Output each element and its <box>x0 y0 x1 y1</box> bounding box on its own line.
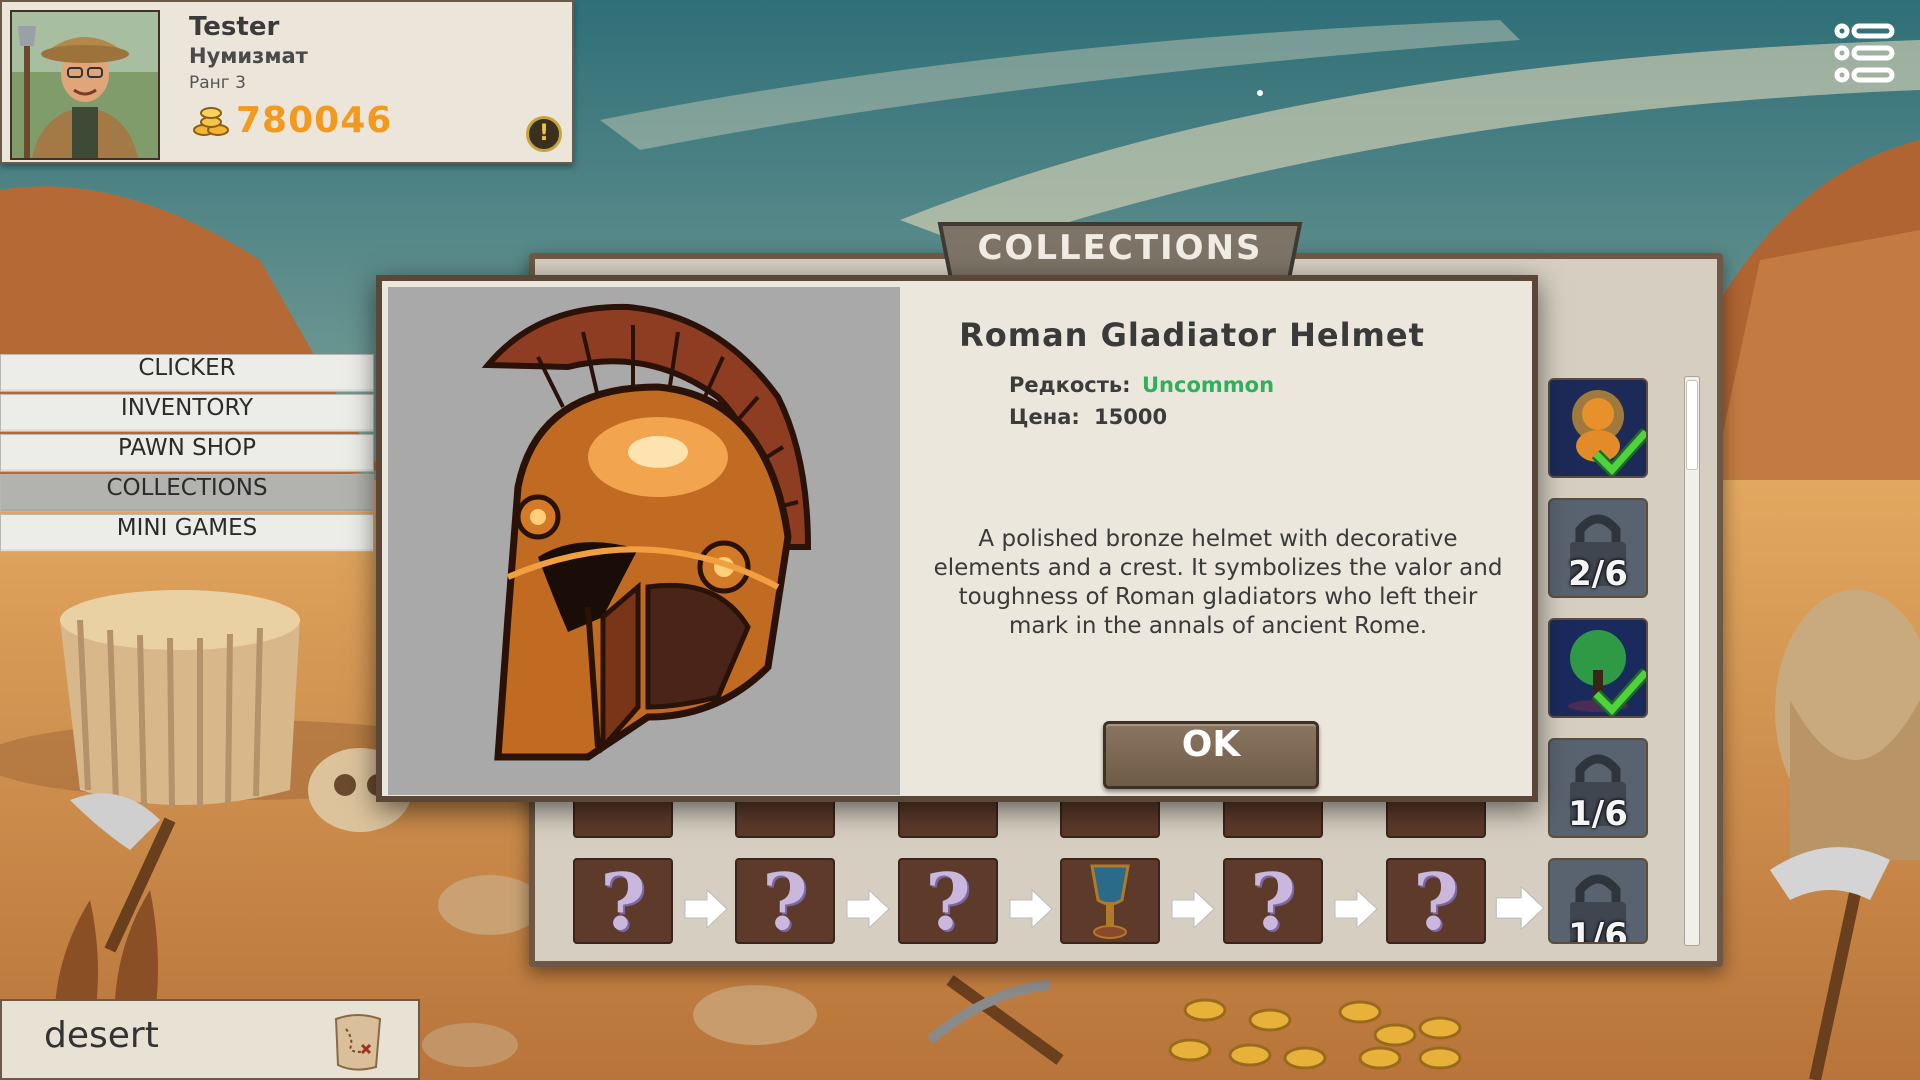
collection-set-2[interactable]: 2/6 <box>1548 498 1648 598</box>
nav-mini-games[interactable]: MINI GAMES <box>0 514 374 552</box>
price-value: 15000 <box>1094 405 1168 429</box>
treasure-map-icon[interactable] <box>328 1009 388 1073</box>
alert-icon[interactable]: ! <box>526 116 562 152</box>
question-mark-icon: ? <box>925 857 971 948</box>
player-panel: Tester Нумизмат Ранг 3 780046 ! <box>0 0 574 164</box>
player-rank: Ранг 3 <box>189 73 246 93</box>
collection-set-3[interactable] <box>1548 618 1648 718</box>
arrow-right-icon <box>846 888 890 930</box>
nav-collections[interactable]: COLLECTIONS <box>0 474 374 512</box>
player-name: Tester <box>189 12 280 42</box>
arrow-right-large-icon <box>1495 885 1545 931</box>
rarity-label: Редкость: <box>1009 373 1131 397</box>
nav-inventory[interactable]: INVENTORY <box>0 394 374 432</box>
check-icon <box>1592 667 1646 716</box>
set-progress: 1/6 <box>1568 794 1628 834</box>
unknown-item-slot[interactable]: ? <box>898 857 998 948</box>
question-mark-icon: ? <box>762 857 808 948</box>
collections-title: COLLECTIONS <box>977 228 1263 268</box>
player-title: Нумизмат <box>189 44 308 68</box>
question-mark-icon: ? <box>1413 857 1459 948</box>
set-progress: 2/6 <box>1568 554 1628 594</box>
arrow-right-icon <box>1009 888 1053 930</box>
check-icon <box>1592 427 1646 476</box>
arrow-right-icon <box>1171 888 1215 930</box>
collection-slot[interactable] <box>735 798 835 838</box>
collection-set-4[interactable]: 1/6 <box>1548 738 1648 838</box>
collection-slot[interactable] <box>898 798 998 838</box>
main-nav: CLICKER INVENTORY PAWN SHOP COLLECTIONS … <box>0 354 374 554</box>
unknown-item-slot[interactable]: ? <box>573 857 673 948</box>
arrow-right-icon <box>1334 888 1378 930</box>
arrow-right-icon <box>684 888 728 930</box>
nav-clicker[interactable]: CLICKER <box>0 354 374 392</box>
question-mark-icon: ? <box>1250 857 1296 948</box>
location-name: desert <box>44 1015 159 1056</box>
goblet-item-slot[interactable] <box>1060 858 1160 944</box>
nav-pawn-shop[interactable]: PAWN SHOP <box>0 434 374 472</box>
collection-slot[interactable] <box>1386 798 1486 838</box>
goblet-icon <box>1090 864 1130 939</box>
collection-slot[interactable] <box>1223 798 1323 838</box>
scrollbar-thumb[interactable] <box>1686 380 1698 470</box>
item-description: A polished bronze helmet with decorative… <box>933 526 1503 639</box>
ok-button[interactable]: OK <box>1103 721 1319 789</box>
menu-list-icon[interactable] <box>1834 22 1896 84</box>
price-label: Цена: <box>1009 405 1080 429</box>
item-image <box>388 287 900 795</box>
question-mark-icon: ? <box>600 857 646 948</box>
collection-slot[interactable] <box>1060 798 1160 838</box>
location-bar[interactable]: desert <box>0 999 420 1080</box>
unknown-item-slot[interactable]: ? <box>1386 857 1486 948</box>
collection-slot[interactable] <box>573 798 673 838</box>
gladiator-helmet-icon <box>481 303 812 761</box>
collection-set-5[interactable]: 1/6 <box>1548 858 1648 944</box>
item-detail-popup: Roman Gladiator Helmet Редкость: Uncommo… <box>376 275 1538 802</box>
coins-icon <box>193 107 229 136</box>
item-name: Roman Gladiator Helmet <box>959 316 1425 354</box>
rarity-value: Uncommon <box>1142 373 1275 397</box>
unknown-item-slot[interactable]: ? <box>735 857 835 948</box>
set-progress: 1/6 <box>1568 916 1628 944</box>
avatar <box>10 10 160 160</box>
collection-set-1[interactable] <box>1548 378 1648 478</box>
coins-balance: 780046 <box>236 100 393 141</box>
unknown-item-slot[interactable]: ? <box>1223 857 1323 948</box>
